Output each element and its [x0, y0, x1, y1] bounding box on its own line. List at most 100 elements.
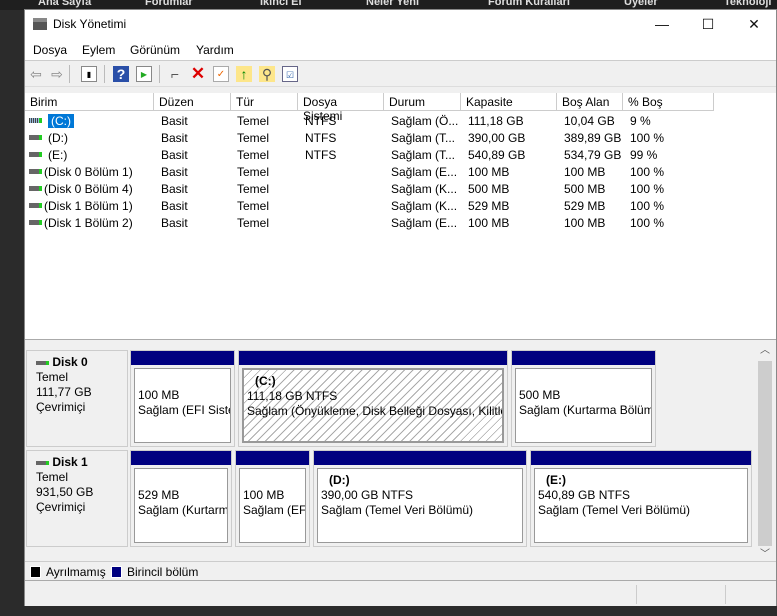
forum-tab[interactable]: Üyeler	[624, 0, 658, 8]
disk-type: Temel	[36, 470, 69, 484]
disk-0-label[interactable]: Disk 0 Temel 111,77 GB Çevrimiçi	[26, 350, 128, 447]
forum-tab[interactable]: Neler Yeni	[366, 0, 419, 8]
cell-1: Basit	[161, 199, 188, 213]
column-header[interactable]: % Boş	[623, 93, 714, 111]
forum-tab[interactable]: İkinci El	[260, 0, 302, 8]
column-header[interactable]: Kapasite	[461, 93, 557, 111]
cell-0: (Disk 1 Bölüm 1)	[44, 199, 133, 213]
scroll-thumb[interactable]	[758, 361, 772, 546]
cell-3: NTFS	[305, 114, 337, 128]
cell-4: Sağlam (T...	[391, 148, 456, 162]
cell-6: 500 MB	[564, 182, 606, 196]
drive-icon	[29, 135, 42, 140]
checklist-icon[interactable]: ☑	[282, 66, 298, 82]
volume-row[interactable]: (C:) Basit Temel NTFS Sağlam (Ö... 111,18 GB 1…	[25, 112, 776, 129]
forum-tab[interactable]: Forumlar	[145, 0, 193, 8]
action-pane-icon[interactable]: ▶	[136, 66, 152, 82]
cell-5: 500 MB	[468, 182, 510, 196]
properties-icon[interactable]: ✓	[213, 66, 229, 82]
scroll-down-icon[interactable]: ﹀	[757, 545, 773, 560]
volume-row[interactable]: (Disk 1 Bölüm 1) Basit Temel Sağlam (K... 52…	[25, 197, 776, 214]
back-icon[interactable]: ⇦	[28, 66, 44, 82]
cell-6: 534,79 GB	[564, 148, 622, 162]
menu-eylem[interactable]: Eylem	[82, 43, 115, 57]
console-tree-icon[interactable]: ▮	[81, 66, 97, 82]
partition-label	[243, 473, 302, 488]
vertical-scrollbar[interactable]: ︿ ﹀	[757, 341, 773, 560]
folder-up-icon[interactable]: ↑	[236, 66, 252, 82]
volume-row[interactable]: (Disk 1 Bölüm 2) Basit Temel Sağlam (E... 10…	[25, 214, 776, 231]
volume-row[interactable]: (Disk 0 Bölüm 1) Basit Temel Sağlam (E... 10…	[25, 163, 776, 180]
partition[interactable]: (D:) 390,00 GB NTFS Sağlam (Temel Veri Böl…	[313, 450, 527, 547]
cell-3: NTFS	[305, 148, 337, 162]
disk-1-label[interactable]: Disk 1 Temel 931,50 GB Çevrimiçi	[26, 450, 128, 547]
menu-bar: Dosya Eylem Görünüm Yardım	[25, 39, 776, 61]
partition-status: Sağlam (EFI Sistem Bölümü)	[138, 403, 230, 417]
cell-1: Basit	[161, 114, 188, 128]
partition-body: 100 MBSağlam (EFI Sistem Bölümü)	[134, 368, 231, 443]
partition[interactable]: (E:) 540,89 GB NTFS Sağlam (Temel Veri Böl…	[530, 450, 752, 547]
forum-tab[interactable]: Forum Kuralları	[488, 0, 570, 8]
delete-icon[interactable]: ✕	[190, 65, 206, 82]
partition-size: 111,18 GB NTFS	[247, 389, 338, 403]
cell-5: 100 MB	[468, 165, 510, 179]
cell-1: Basit	[161, 182, 188, 196]
cell-4: Sağlam (T...	[391, 131, 456, 145]
partition[interactable]: 100 MBSağlam (EFI Sistem Bölümü)	[130, 350, 235, 447]
forum-tab[interactable]: Ana Sayfa	[38, 0, 91, 8]
minimize-button[interactable]: —	[639, 10, 685, 39]
scroll-up-icon[interactable]: ︿	[757, 341, 773, 356]
cell-2: Temel	[237, 216, 270, 230]
menu-gorunum[interactable]: Görünüm	[130, 43, 180, 57]
menu-dosya[interactable]: Dosya	[33, 43, 67, 57]
volume-row[interactable]: (Disk 0 Bölüm 4) Basit Temel Sağlam (K... 50…	[25, 180, 776, 197]
cell-7: 100 %	[630, 131, 665, 145]
disk-size: 931,50 GB	[36, 485, 94, 499]
partition[interactable]: 500 MB Sağlam (Kurtarma Bölümü)	[511, 350, 656, 447]
column-header[interactable]: Tür	[231, 93, 298, 111]
cell-1: Basit	[161, 165, 188, 179]
volume-row[interactable]: (D:) Basit Temel NTFS Sağlam (T... 390,00 GB 3…	[25, 129, 776, 146]
legend-unallocated-swatch	[30, 566, 41, 578]
cell-1: Basit	[161, 131, 188, 145]
column-header[interactable]: Durum	[384, 93, 461, 111]
cell-4: Sağlam (E...	[391, 216, 458, 230]
drive-icon	[29, 118, 42, 123]
maximize-button[interactable]: ☐	[685, 10, 731, 39]
disk-size: 111,77 GB	[36, 385, 92, 399]
column-header[interactable]: Düzen	[154, 93, 231, 111]
folder-search-icon[interactable]: ⚲	[259, 66, 275, 82]
connect-disk-icon[interactable]: ⌐	[167, 66, 183, 82]
partition-label: (E:)	[546, 473, 566, 487]
cell-6: 10,04 GB	[564, 114, 615, 128]
close-button[interactable]: ✕	[731, 10, 777, 39]
column-header[interactable]: Birim	[25, 93, 154, 111]
disk-status: Çevrimiçi	[36, 400, 86, 414]
partition-status: Sağlam (Kurtarma Bölümü)	[519, 403, 652, 417]
column-header[interactable]: Dosya Sistemi	[298, 93, 384, 123]
partition-label	[138, 373, 227, 388]
partition[interactable]: 529 MBSağlam (Kurtarma Bölümü)	[130, 450, 232, 547]
legend-primary-swatch	[111, 566, 122, 578]
primary-partition-bar	[531, 451, 751, 465]
partition[interactable]: (C:) 111,18 GB NTFS Sağlam (Önyükleme, Dis…	[238, 350, 508, 447]
disk-management-icon	[33, 18, 47, 30]
cell-2: Temel	[237, 182, 270, 196]
legend: Ayrılmamış Birincil bölüm	[25, 561, 776, 581]
cell-5: 540,89 GB	[468, 148, 526, 162]
partition-status: Sağlam (EFI Sistem Bölümü)	[243, 503, 306, 517]
forum-tab[interactable]: Teknoloji	[724, 0, 771, 8]
cell-0: (D:)	[48, 131, 68, 145]
help-icon[interactable]: ?	[113, 66, 129, 82]
drive-icon	[29, 152, 42, 157]
forward-icon[interactable]: ⇨	[49, 66, 65, 82]
volume-row[interactable]: (E:) Basit Temel NTFS Sağlam (T... 540,89 GB 5…	[25, 146, 776, 163]
cell-7: 100 %	[630, 216, 665, 230]
column-header[interactable]: Boş Alan	[557, 93, 623, 111]
partition[interactable]: 100 MBSağlam (EFI Sistem Bölümü)	[235, 450, 310, 547]
menu-yardim[interactable]: Yardım	[196, 43, 234, 57]
partition-size: 100 MB	[243, 488, 285, 502]
cell-0: (C:)	[48, 114, 74, 128]
cell-3: NTFS	[305, 131, 337, 145]
legend-label: Birincil bölüm	[127, 565, 199, 579]
